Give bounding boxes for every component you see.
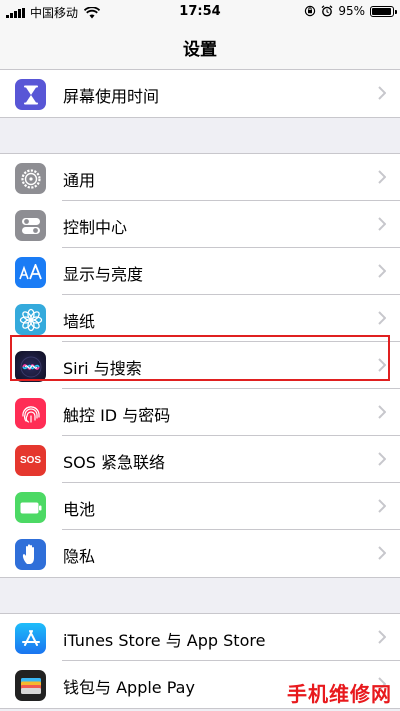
fingerprint-icon — [15, 398, 46, 429]
row-label: 隐私 — [63, 547, 96, 566]
orientation-lock-icon — [305, 5, 316, 17]
settings-row-wallpaper[interactable]: 墙纸 — [0, 295, 400, 342]
row-label: SOS 紧急联络 — [63, 453, 165, 472]
row-label: 通用 — [63, 171, 96, 190]
row-label: Siri 与搜索 — [63, 359, 142, 378]
row-label: iTunes Store 与 App Store — [63, 631, 266, 650]
status-bar: 中国移动 17:54 95% — [0, 0, 400, 24]
settings-row-siri-search[interactable]: Siri 与搜索 — [0, 342, 400, 389]
chevron-right-icon — [378, 86, 386, 100]
chevron-right-icon — [378, 217, 386, 231]
chevron-right-icon — [378, 630, 386, 644]
alarm-icon — [321, 5, 333, 17]
battery-icon — [15, 492, 46, 523]
flower-icon — [15, 304, 46, 335]
battery-indicator-icon — [370, 5, 397, 17]
settings-row-screen-time[interactable]: 屏幕使用时间 — [0, 70, 400, 117]
sos-icon: SOS — [15, 445, 46, 476]
hand-icon — [15, 539, 46, 570]
settings-row-itunes-app-store[interactable]: iTunes Store 与 App Store — [0, 614, 400, 661]
row-label: 显示与亮度 — [63, 265, 144, 284]
navigation-bar: 设置 — [0, 24, 400, 70]
chevron-right-icon — [378, 311, 386, 325]
row-label: 电池 — [63, 500, 96, 519]
battery-percent: 95% — [338, 4, 365, 18]
settings-row-privacy[interactable]: 隐私 — [0, 530, 400, 577]
toggles-icon — [15, 210, 46, 241]
chevron-right-icon — [378, 546, 386, 560]
hourglass-icon — [15, 79, 46, 110]
settings-row-battery[interactable]: 电池 — [0, 483, 400, 530]
chevron-right-icon — [378, 405, 386, 419]
battery-fill — [372, 7, 391, 15]
chevron-right-icon — [378, 499, 386, 513]
chevron-right-icon — [378, 264, 386, 278]
row-label: 触控 ID 与密码 — [63, 406, 171, 425]
watermark: 手机维修网 — [287, 682, 392, 706]
chevron-right-icon — [378, 170, 386, 184]
row-label: 钱包与 Apple Pay — [63, 678, 195, 697]
row-label: 屏幕使用时间 — [63, 87, 160, 106]
settings-row-control-center[interactable]: 控制中心 — [0, 201, 400, 248]
row-label: 墙纸 — [63, 312, 96, 331]
wallet-icon — [15, 670, 46, 701]
gear-icon — [15, 163, 46, 194]
chevron-right-icon — [378, 452, 386, 466]
sos-icon-text: SOS — [19, 455, 42, 466]
settings-row-display-brightness[interactable]: 显示与亮度 — [0, 248, 400, 295]
siri-icon — [15, 351, 46, 382]
settings-row-touch-id-passcode[interactable]: 触控 ID 与密码 — [0, 389, 400, 436]
settings-group-main: 通用 控制中心 显示与亮度 墙纸 Siri 与搜索 触控 ID 与密码 SOS … — [0, 153, 400, 578]
app-store-icon — [15, 623, 46, 654]
page-title: 设置 — [183, 40, 217, 60]
settings-row-general[interactable]: 通用 — [0, 154, 400, 201]
row-label: 控制中心 — [63, 218, 128, 237]
settings-group-screen-time: 屏幕使用时间 — [0, 69, 400, 118]
chevron-right-icon — [378, 358, 386, 372]
text-size-icon — [15, 257, 46, 288]
status-right: 95% — [304, 4, 397, 18]
settings-row-emergency-sos[interactable]: SOS SOS 紧急联络 — [0, 436, 400, 483]
